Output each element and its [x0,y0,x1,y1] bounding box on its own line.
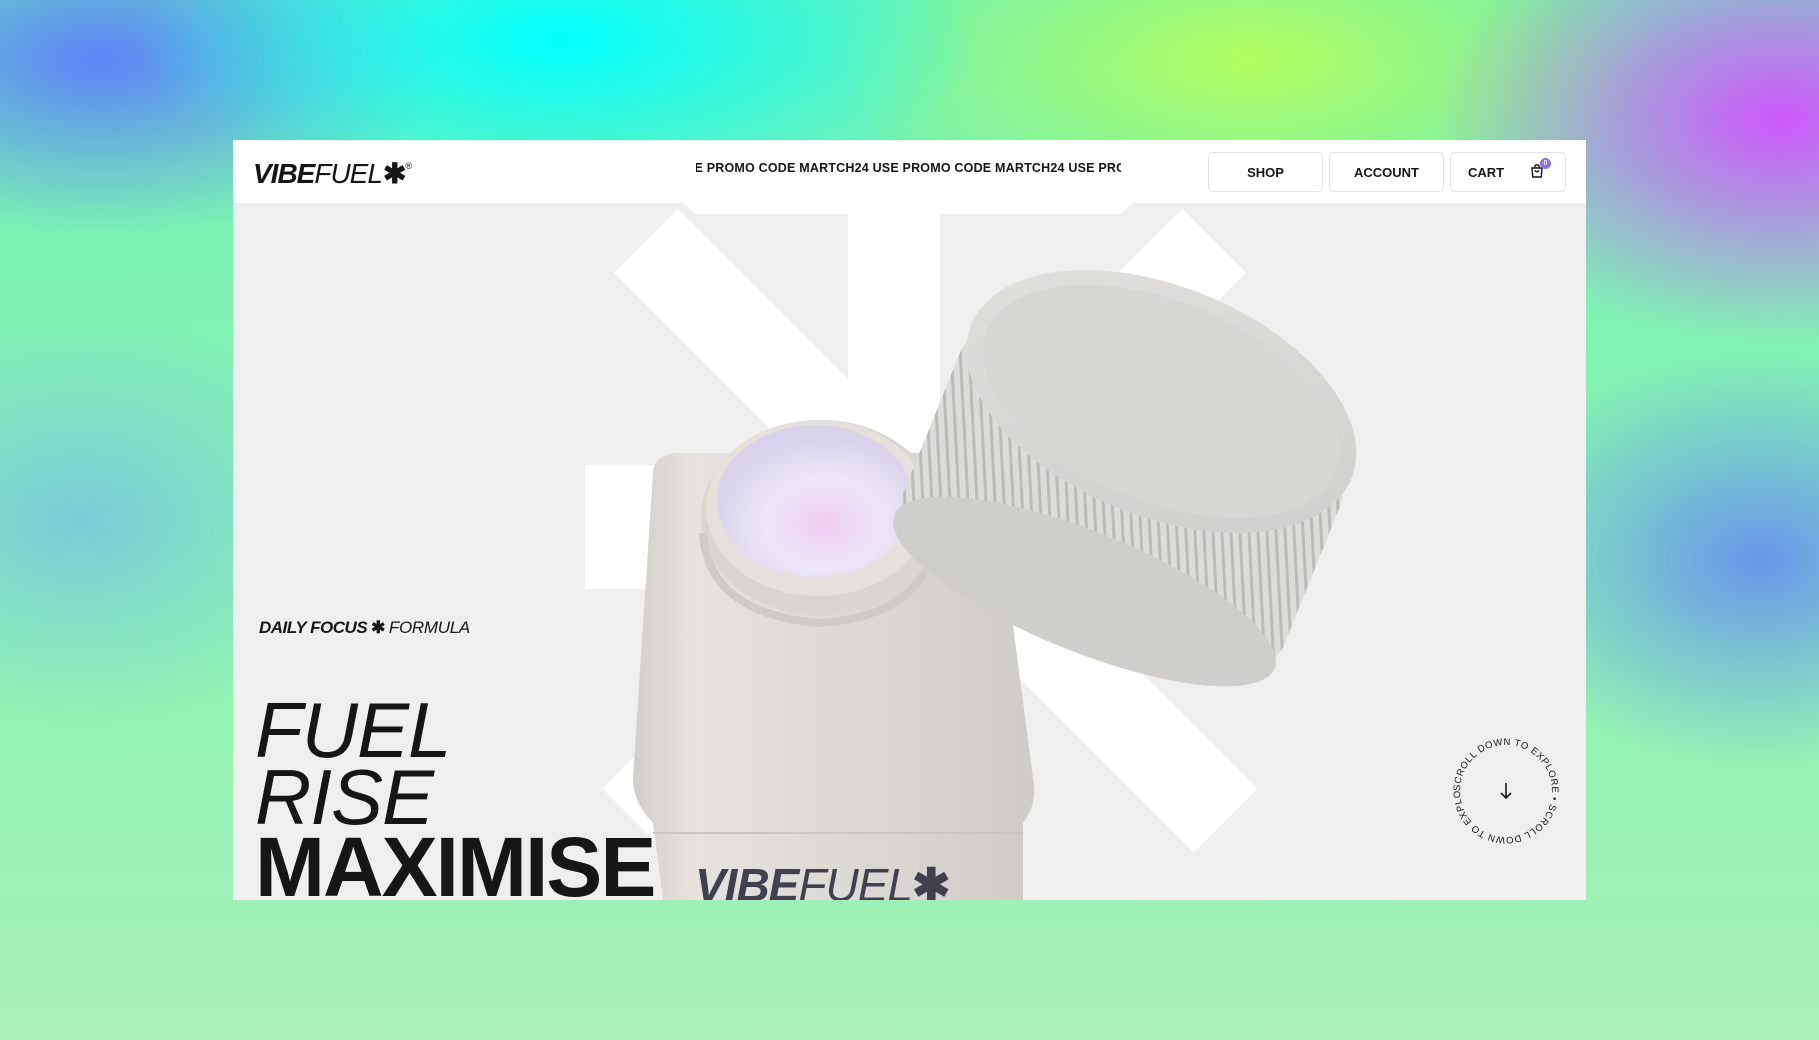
tagline-bold: DAILY FOCUS [259,618,368,637]
bottle-label-logo: VIBE FUEL ✱ [695,858,951,900]
bottle-label-light: FUEL [798,859,913,900]
account-button[interactable]: ACCOUNT [1329,152,1444,192]
logo-bold: VIBE [253,158,315,189]
shop-label: SHOP [1247,164,1284,180]
account-label: ACCOUNT [1354,164,1419,180]
logo-asterisk-icon: ✱ [382,158,406,189]
logo-light: FUEL [314,158,383,189]
background-gradient [0,900,1819,1040]
bottle-label-bold: VIBE [695,859,799,900]
shop-button[interactable]: SHOP [1208,152,1323,192]
site-header: VIBE FUEL ✱ ® SE PROMO CODE MARTCH24 USE PR… [233,140,1586,203]
hero-section: VIBE FUEL ✱ DAILY FOCUS ✱ FORMULA FUEL RIS… [233,203,1586,900]
header-notch [683,202,1133,214]
website-window: VIBE FUEL ✱ DAILY FOCUS ✱ FORMULA FUEL RIS… [233,140,1586,900]
product-bottle-image [633,270,1357,900]
scroll-circle-label: SCROLL DOWN TO EXPLORE • SCROLL DOWN TO … [1442,723,1559,845]
tagline-light: FORMULA [388,618,470,637]
scroll-down-button[interactable]: SCROLL DOWN TO EXPLORE • SCROLL DOWN TO … [1442,723,1566,851]
headline-line-3: MAXIMISE [255,820,656,900]
promo-marquee: SE PROMO CODE MARTCH24 USE PROMO CODE MA… [696,160,1121,180]
tagline-asterisk-icon: ✱ [371,618,385,637]
bottle-asterisk-icon: ✱ [911,859,951,900]
promo-text: SE PROMO CODE MARTCH24 USE PROMO CODE MA… [696,161,1121,175]
svg-text:SCROLL DOWN TO EXPLORE • SCROL: SCROLL DOWN TO EXPLORE • SCROLL DOWN TO … [1446,731,1560,845]
cart-button[interactable]: CART 0 [1450,152,1566,192]
arrow-down-icon [1500,783,1512,800]
scroll-circle-text: SCROLL DOWN TO EXPLORE • SCROLL DOWN TO … [1442,723,1560,845]
cart-count-badge: 0 [1540,158,1551,169]
registered-mark: ® [405,161,412,171]
brand-logo[interactable]: VIBE FUEL ✱ ® [253,157,412,189]
hero-tagline: DAILY FOCUS ✱ FORMULA [259,618,470,638]
cart-label: CART [1468,164,1505,180]
